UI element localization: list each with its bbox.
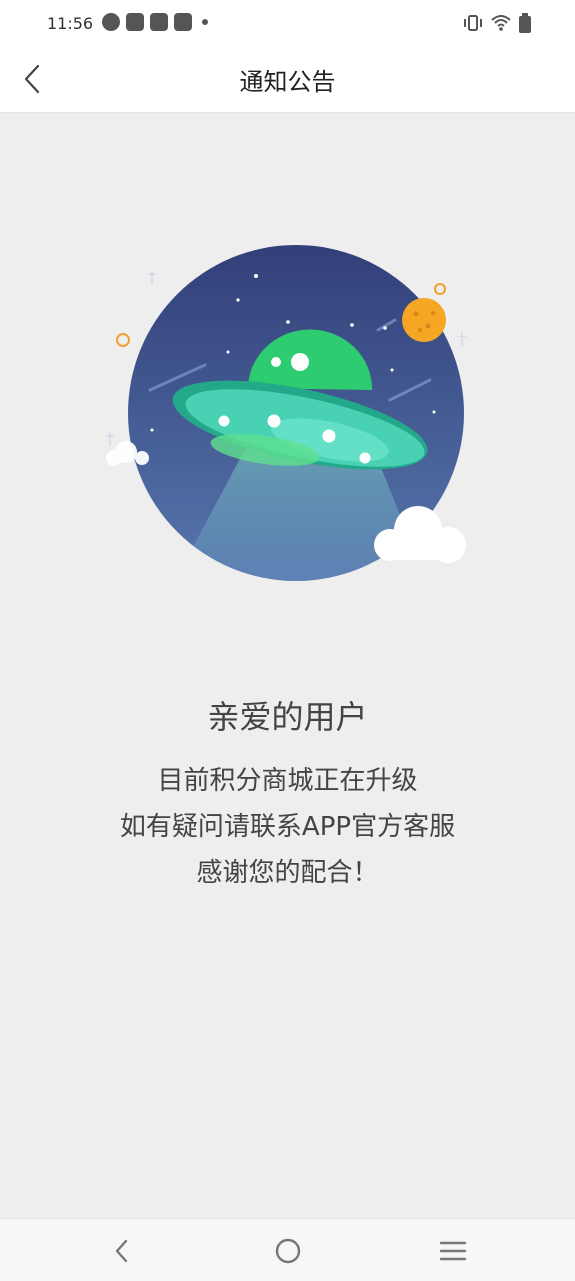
bag-icon xyxy=(150,13,168,31)
dot-icon xyxy=(202,19,208,25)
app-header: 通知公告 xyxy=(0,48,575,113)
svg-text:†: † xyxy=(148,267,156,286)
system-home-button[interactable] xyxy=(270,1233,306,1269)
notice-heading: 亲爱的用户 xyxy=(207,698,368,736)
battery-icon xyxy=(519,13,531,33)
system-menu-button[interactable] xyxy=(435,1233,471,1269)
system-back-button[interactable] xyxy=(104,1233,140,1269)
home-icon xyxy=(275,1238,301,1264)
notice-line: 感谢您的配合！ xyxy=(196,858,379,888)
ufo-illustration: † † † xyxy=(106,245,466,581)
status-bar: 11:56 xyxy=(0,0,575,48)
notice-line: 目前积分商城正在升级 xyxy=(157,766,418,796)
wifi-icon xyxy=(491,15,511,31)
bag-icon xyxy=(126,13,144,31)
svg-text:†: † xyxy=(106,429,114,448)
moon xyxy=(402,298,446,342)
system-status-icons xyxy=(463,13,531,33)
compass-icon xyxy=(102,13,120,31)
notification-icons xyxy=(102,13,208,31)
notice-line: 如有疑问请联系APP官方客服 xyxy=(119,812,456,842)
svg-text:†: † xyxy=(458,329,466,348)
status-time: 11:56 xyxy=(47,14,94,33)
vibrate-icon xyxy=(464,15,482,31)
bag-icon xyxy=(174,13,192,31)
back-icon xyxy=(115,1239,128,1263)
page-title: 通知公告 xyxy=(239,68,336,96)
menu-icon xyxy=(439,1241,467,1261)
system-nav-bar xyxy=(0,1218,575,1281)
